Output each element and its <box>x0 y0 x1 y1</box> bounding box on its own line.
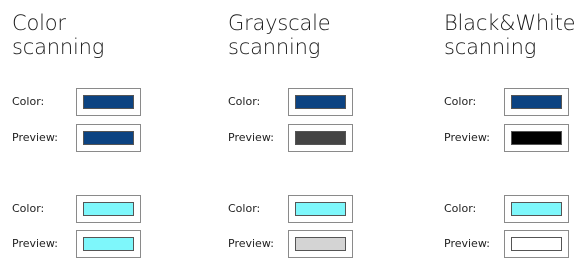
column-title-line2: scanning <box>444 35 537 59</box>
column-title-line2: scanning <box>228 35 321 59</box>
color-row: Color: <box>228 88 418 118</box>
color-swatch[interactable] <box>76 195 141 223</box>
preview-label: Preview: <box>444 237 490 250</box>
preview-label: Preview: <box>12 237 58 250</box>
color-label: Color: <box>444 95 477 108</box>
color-swatch-fill <box>295 95 346 109</box>
preview-swatch <box>504 124 569 152</box>
column-title-line1: Grayscale <box>228 11 331 35</box>
color-label: Color: <box>12 202 45 215</box>
preview-swatch-fill <box>83 237 134 251</box>
color-swatch-fill <box>511 202 562 216</box>
color-scanning-column: Color scanning Color: Preview: Color: Pr… <box>12 0 202 258</box>
preview-row: Preview: <box>228 124 418 154</box>
preview-swatch-fill <box>511 237 562 251</box>
preview-swatch <box>76 124 141 152</box>
preview-row: Preview: <box>12 124 202 154</box>
preview-swatch-fill <box>83 131 134 145</box>
column-title: Color scanning <box>12 11 104 59</box>
preview-label: Preview: <box>228 237 274 250</box>
color-swatch-fill <box>83 202 134 216</box>
color-label: Color: <box>12 95 45 108</box>
preview-label: Preview: <box>444 131 490 144</box>
preview-swatch-fill <box>511 131 562 145</box>
column-title: Black&White scanning <box>444 11 576 59</box>
color-swatch[interactable] <box>288 88 353 116</box>
color-row: Color: <box>444 88 586 118</box>
color-swatch-fill <box>511 95 562 109</box>
preview-swatch-fill <box>295 237 346 251</box>
column-title-line1: Black&White <box>444 11 576 35</box>
color-swatch[interactable] <box>504 195 569 223</box>
color-swatch[interactable] <box>288 195 353 223</box>
preview-swatch <box>504 230 569 258</box>
preview-swatch <box>288 230 353 258</box>
preview-row: Preview: <box>444 124 586 154</box>
color-swatch-fill <box>295 202 346 216</box>
column-title: Grayscale scanning <box>228 11 331 59</box>
preview-swatch-fill <box>295 131 346 145</box>
column-title-line2: scanning <box>12 35 105 59</box>
preview-label: Preview: <box>228 131 274 144</box>
preview-label: Preview: <box>12 131 58 144</box>
color-label: Color: <box>444 202 477 215</box>
color-swatch-fill <box>83 95 134 109</box>
grayscale-scanning-column: Grayscale scanning Color: Preview: Color… <box>228 0 418 258</box>
color-label: Color: <box>228 202 261 215</box>
column-title-line1: Color <box>12 11 66 35</box>
color-row: Color: <box>12 88 202 118</box>
color-row: Color: <box>12 195 202 225</box>
color-label: Color: <box>228 95 261 108</box>
color-swatch[interactable] <box>76 88 141 116</box>
color-row: Color: <box>228 195 418 225</box>
color-row: Color: <box>444 195 586 225</box>
preview-swatch <box>76 230 141 258</box>
preview-swatch <box>288 124 353 152</box>
color-swatch[interactable] <box>504 88 569 116</box>
black-white-scanning-column: Black&White scanning Color: Preview: Col… <box>444 0 586 258</box>
